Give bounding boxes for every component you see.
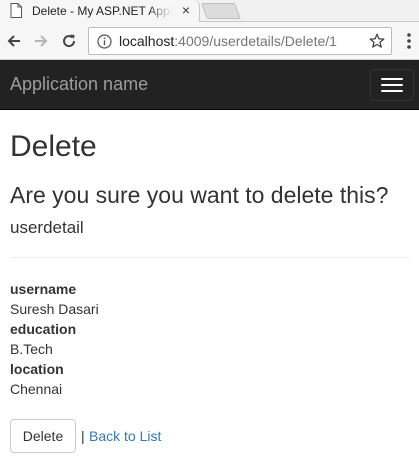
star-icon[interactable] <box>369 33 385 49</box>
navbar-brand[interactable]: Application name <box>10 74 148 95</box>
tab-title: Delete - My ASP.NET Application <box>32 4 172 18</box>
field-value-username: Suresh Dasari <box>10 301 99 317</box>
arrow-left-icon <box>7 35 20 47</box>
url-text[interactable]: localhost:4009/userdetails/Delete/1 <box>119 33 337 49</box>
back-to-list-link[interactable]: Back to List <box>89 428 161 444</box>
hamburger-icon <box>381 84 403 86</box>
tab-close-icon[interactable]: × <box>178 2 194 18</box>
field-value-location: Chennai <box>10 381 63 397</box>
field-value-education: B.Tech <box>10 341 53 357</box>
confirm-question: Are you sure you want to delete this? <box>10 182 389 208</box>
reload-icon <box>63 34 76 48</box>
address-bar[interactable]: localhost:4009/userdetails/Delete/1 <box>88 27 392 55</box>
page-icon <box>10 3 22 18</box>
page-title: Delete <box>10 130 97 163</box>
field-label-username: username <box>10 281 77 297</box>
new-tab-button[interactable] <box>201 3 241 19</box>
info-icon[interactable] <box>97 34 112 49</box>
separator: | <box>81 428 85 444</box>
reload-button[interactable] <box>59 31 79 51</box>
site-navbar: Application name <box>0 60 419 110</box>
model-name: userdetail <box>10 218 84 237</box>
divider <box>10 257 409 258</box>
arrow-right-icon <box>35 35 48 47</box>
url-host: localhost <box>119 33 175 49</box>
kebab-menu-icon[interactable] <box>404 32 414 50</box>
url-path: :4009/userdetails/Delete/1 <box>174 33 337 49</box>
delete-button[interactable]: Delete <box>10 419 76 453</box>
field-label-location: location <box>10 361 64 377</box>
navbar-toggle-button[interactable] <box>370 69 414 101</box>
browser-toolbar: localhost:4009/userdetails/Delete/1 <box>0 22 419 60</box>
browser-tab-active[interactable]: Delete - My ASP.NET Application × <box>0 0 200 22</box>
field-label-education: education <box>10 321 77 337</box>
hamburger-icon <box>381 90 403 92</box>
hamburger-icon <box>381 78 403 80</box>
back-button[interactable] <box>4 31 24 51</box>
forward-button[interactable] <box>31 31 51 51</box>
tab-strip: Delete - My ASP.NET Application × <box>0 0 419 22</box>
